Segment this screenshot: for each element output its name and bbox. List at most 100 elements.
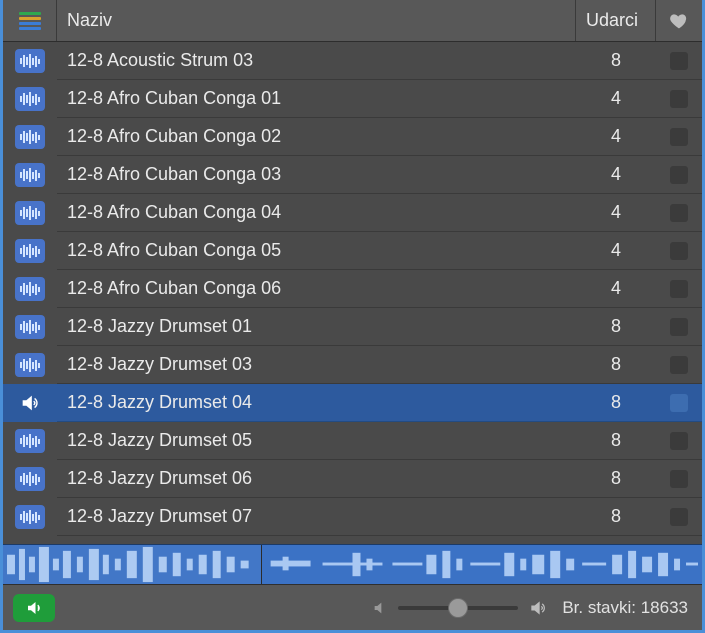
table-row[interactable]: 12-8 Afro Cuban Conga 034 <box>3 156 702 194</box>
table-row[interactable]: 12-8 Afro Cuban Conga 064 <box>3 270 702 308</box>
row-favorite-cell[interactable] <box>656 270 702 308</box>
audio-loop-icon <box>15 239 45 263</box>
audio-loop-icon <box>15 353 45 377</box>
table-row[interactable]: 12-8 Acoustic Strum 038 <box>3 42 702 80</box>
row-beats-cell: 8 <box>576 346 656 384</box>
column-header-favorite[interactable] <box>656 0 702 41</box>
row-name-cell[interactable]: 12-8 Jazzy Drumset 04 <box>57 384 576 422</box>
row-type-cell[interactable] <box>3 194 57 232</box>
table-row[interactable]: 12-8 Afro Cuban Conga 054 <box>3 232 702 270</box>
row-type-cell[interactable] <box>3 308 57 346</box>
row-favorite-cell[interactable] <box>656 42 702 80</box>
row-name-cell[interactable]: 12-8 Afro Cuban Conga 02 <box>57 118 576 156</box>
audio-loop-icon <box>15 87 45 111</box>
row-name-cell[interactable]: 12-8 Afro Cuban Conga 01 <box>57 80 576 118</box>
favorite-checkbox[interactable] <box>670 52 688 70</box>
audio-loop-icon <box>15 467 45 491</box>
favorite-checkbox[interactable] <box>670 204 688 222</box>
volume-slider-thumb[interactable] <box>448 598 468 618</box>
row-favorite-cell[interactable] <box>656 460 702 498</box>
waveform-preview[interactable] <box>3 544 702 584</box>
row-favorite-cell[interactable] <box>656 422 702 460</box>
favorite-checkbox[interactable] <box>670 242 688 260</box>
row-name-cell[interactable]: 12-8 Afro Cuban Conga 04 <box>57 194 576 232</box>
row-favorite-cell[interactable] <box>656 118 702 156</box>
row-name-cell[interactable]: 12-8 Jazzy Drumset 06 <box>57 460 576 498</box>
table-row[interactable]: 12-8 Afro Cuban Conga 044 <box>3 194 702 232</box>
row-name-cell[interactable]: 12-8 Jazzy Drumset 05 <box>57 422 576 460</box>
waveform-playhead[interactable] <box>3 545 262 584</box>
favorite-checkbox[interactable] <box>670 280 688 298</box>
favorite-checkbox[interactable] <box>670 508 688 526</box>
table-row[interactable]: 12-8 Jazzy Drumset 078 <box>3 498 702 536</box>
row-type-cell[interactable] <box>3 42 57 80</box>
audio-loop-icon <box>15 315 45 339</box>
row-type-cell[interactable] <box>3 118 57 156</box>
table-row[interactable]: 12-8 Afro Cuban Conga 024 <box>3 118 702 156</box>
footer-bar: Br. stavki: 18633 <box>3 584 702 630</box>
table-row[interactable]: 12-8 Jazzy Drumset 068 <box>3 460 702 498</box>
view-mode-button[interactable] <box>3 0 57 41</box>
now-playing-icon <box>15 391 45 415</box>
row-favorite-cell[interactable] <box>656 308 702 346</box>
preview-play-button[interactable] <box>13 594 55 622</box>
audio-loop-icon <box>15 429 45 453</box>
row-name-cell[interactable]: 12-8 Afro Cuban Conga 06 <box>57 270 576 308</box>
row-favorite-cell[interactable] <box>656 232 702 270</box>
row-beats-cell: 4 <box>576 232 656 270</box>
row-type-cell[interactable] <box>3 460 57 498</box>
loop-browser: Naziv Udarci 12-8 Acoustic Strum 03812-8… <box>3 0 702 630</box>
table-row[interactable]: 12-8 Jazzy Drumset 038 <box>3 346 702 384</box>
heart-icon <box>669 11 689 31</box>
view-mode-icon <box>19 12 41 30</box>
table-row[interactable]: 12-8 Jazzy Drumset 058 <box>3 422 702 460</box>
row-type-cell[interactable] <box>3 80 57 118</box>
table-row[interactable]: 12-8 Afro Cuban Conga 014 <box>3 80 702 118</box>
favorite-checkbox[interactable] <box>670 318 688 336</box>
row-beats-cell: 8 <box>576 498 656 536</box>
row-beats-cell: 4 <box>576 156 656 194</box>
table-row[interactable]: 12-8 Jazzy Drumset 018 <box>3 308 702 346</box>
table-row[interactable]: 12-8 Jazzy Drumset 048 <box>3 384 702 422</box>
column-header-beats[interactable]: Udarci <box>576 0 656 41</box>
favorite-checkbox[interactable] <box>670 432 688 450</box>
row-beats-cell: 8 <box>576 384 656 422</box>
row-type-cell[interactable] <box>3 498 57 536</box>
row-favorite-cell[interactable] <box>656 156 702 194</box>
row-name-cell[interactable]: 12-8 Jazzy Drumset 01 <box>57 308 576 346</box>
row-type-cell[interactable] <box>3 346 57 384</box>
column-header-name[interactable]: Naziv <box>57 0 576 41</box>
row-type-cell[interactable] <box>3 422 57 460</box>
row-name-cell[interactable]: 12-8 Afro Cuban Conga 05 <box>57 232 576 270</box>
row-beats-cell: 8 <box>576 42 656 80</box>
audio-loop-icon <box>15 163 45 187</box>
row-beats-cell: 8 <box>576 422 656 460</box>
audio-loop-icon <box>15 201 45 225</box>
row-type-cell[interactable] <box>3 384 57 422</box>
row-favorite-cell[interactable] <box>656 80 702 118</box>
row-type-cell[interactable] <box>3 156 57 194</box>
row-favorite-cell[interactable] <box>656 498 702 536</box>
favorite-checkbox[interactable] <box>670 90 688 108</box>
row-beats-cell: 4 <box>576 80 656 118</box>
row-name-cell[interactable]: 12-8 Jazzy Drumset 07 <box>57 498 576 536</box>
favorite-checkbox[interactable] <box>670 394 688 412</box>
row-favorite-cell[interactable] <box>656 194 702 232</box>
loop-list[interactable]: 12-8 Acoustic Strum 03812-8 Afro Cuban C… <box>3 42 702 544</box>
row-beats-cell: 4 <box>576 118 656 156</box>
audio-loop-icon <box>15 505 45 529</box>
row-favorite-cell[interactable] <box>656 384 702 422</box>
row-name-cell[interactable]: 12-8 Jazzy Drumset 03 <box>57 346 576 384</box>
row-type-cell[interactable] <box>3 232 57 270</box>
favorite-checkbox[interactable] <box>670 166 688 184</box>
favorite-checkbox[interactable] <box>670 470 688 488</box>
row-favorite-cell[interactable] <box>656 346 702 384</box>
favorite-checkbox[interactable] <box>670 356 688 374</box>
row-name-cell[interactable]: 12-8 Afro Cuban Conga 03 <box>57 156 576 194</box>
row-type-cell[interactable] <box>3 270 57 308</box>
favorite-checkbox[interactable] <box>670 128 688 146</box>
volume-slider[interactable] <box>398 606 518 610</box>
row-name-cell[interactable]: 12-8 Acoustic Strum 03 <box>57 42 576 80</box>
items-count-label: Br. stavki: 18633 <box>562 598 688 618</box>
audio-loop-icon <box>15 49 45 73</box>
